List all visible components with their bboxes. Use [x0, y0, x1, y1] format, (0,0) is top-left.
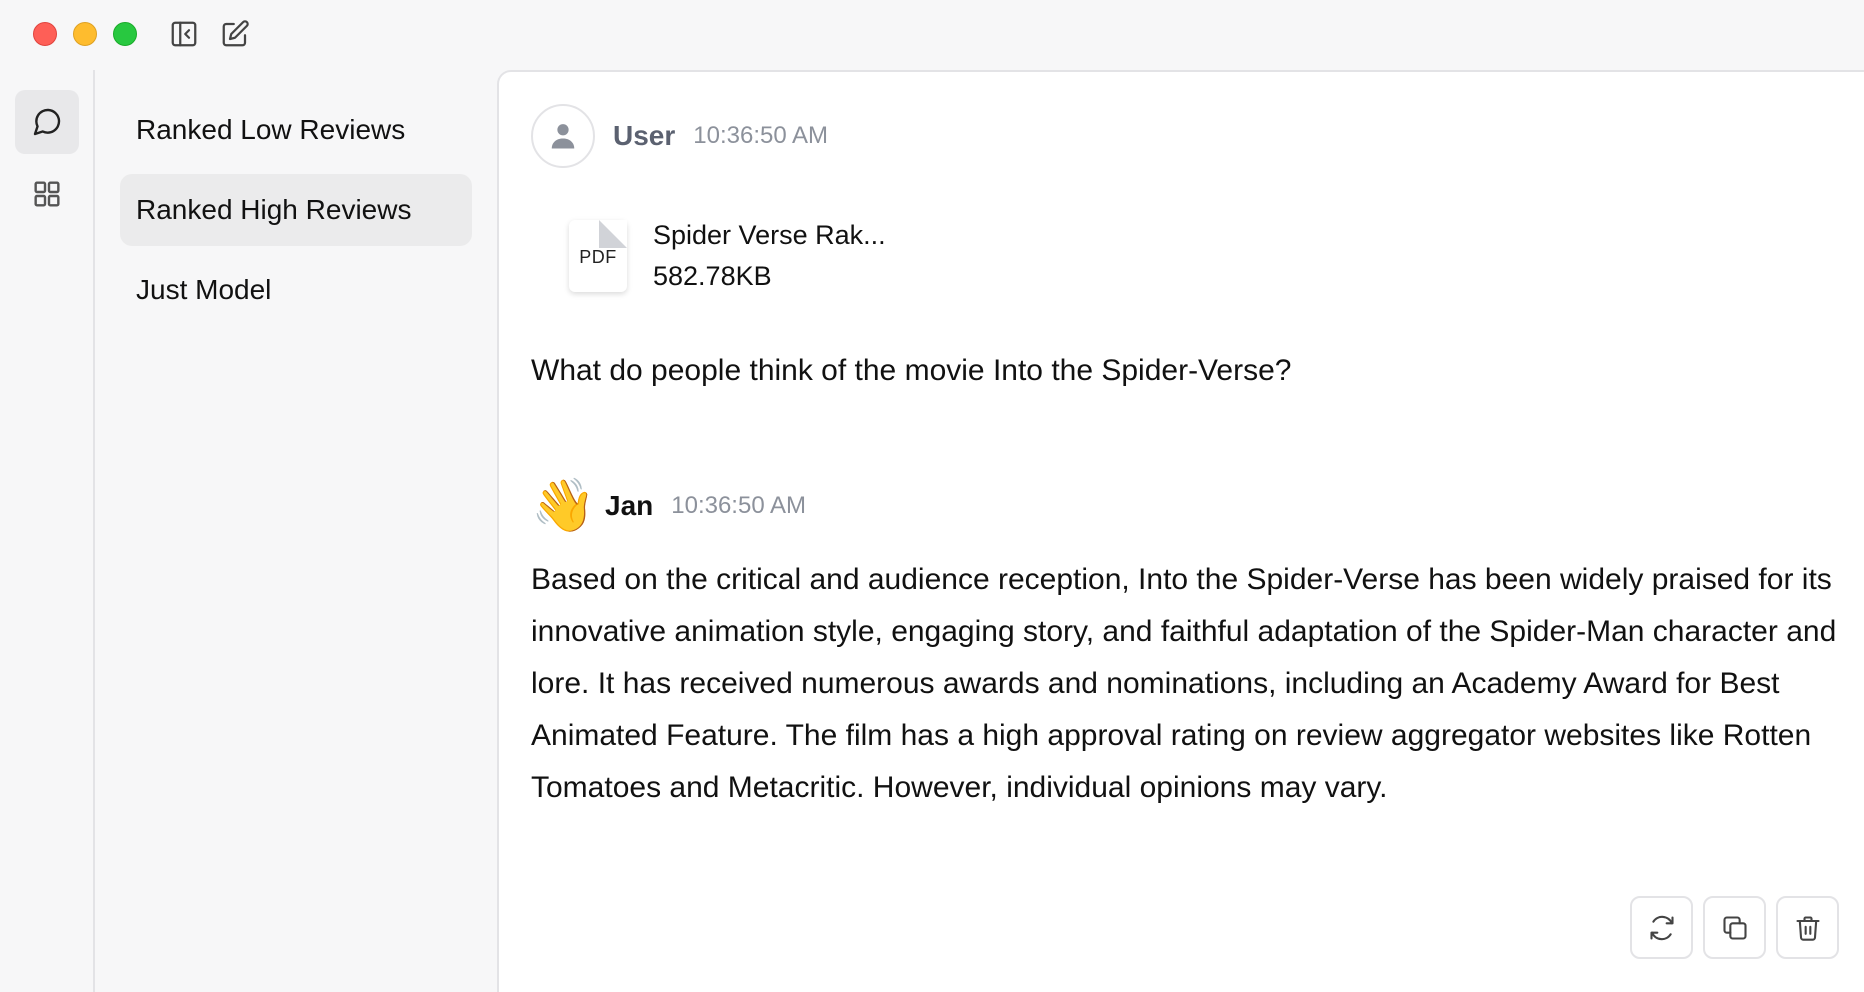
file-size: 582.78KB	[653, 261, 772, 291]
copy-button[interactable]	[1703, 896, 1766, 959]
maximize-window-button[interactable]	[113, 22, 137, 46]
file-extension: PDF	[579, 247, 617, 267]
message-author: Jan	[605, 490, 654, 521]
thread-item[interactable]: Ranked Low Reviews	[120, 94, 472, 166]
pdf-file-icon: PDF	[569, 220, 627, 292]
waving-hand-icon: 👋	[531, 477, 596, 535]
copy-icon	[1722, 915, 1747, 940]
assistant-message-text: Based on the critical and audience recep…	[531, 563, 1837, 804]
user-icon	[551, 124, 575, 149]
regenerate-icon	[1649, 915, 1674, 940]
file-attachment[interactable]: PDF Spider Verse Rak... 582.78KB	[569, 220, 886, 292]
thread-item-label: Ranked Low Reviews	[136, 114, 406, 145]
message-timestamp: 10:36:50 AM	[671, 492, 807, 519]
user-message-header: User 10:36:50 AM	[531, 104, 828, 168]
user-message-text: What do people think of the movie Into t…	[531, 354, 1292, 387]
message-timestamp: 10:36:50 AM	[693, 122, 829, 149]
compose-icon[interactable]	[219, 18, 251, 50]
thread-list: Ranked Low Reviews Ranked High Reviews J…	[97, 70, 497, 992]
file-name: Spider Verse Rak...	[653, 220, 886, 250]
chat-nav-button[interactable]	[15, 90, 79, 154]
thread-item-active[interactable]: Ranked High Reviews	[120, 174, 472, 246]
icon-rail	[0, 70, 95, 992]
delete-icon	[1795, 915, 1820, 941]
thread-item[interactable]: Just Model	[120, 254, 472, 326]
delete-button[interactable]	[1776, 896, 1839, 959]
user-avatar	[531, 104, 595, 168]
chat-panel: User 10:36:50 AM PDF Spider Verse Rak...…	[497, 70, 1864, 992]
title-bar	[0, 0, 1864, 70]
regenerate-button[interactable]	[1630, 896, 1693, 959]
chat-icon	[33, 108, 61, 136]
message-actions	[1630, 896, 1839, 959]
hub-nav-button[interactable]	[15, 162, 79, 226]
thread-item-label: Ranked High Reviews	[136, 194, 412, 225]
message-author: User	[613, 120, 676, 151]
sidebar-collapse-icon[interactable]	[168, 18, 200, 50]
thread-item-label: Just Model	[136, 274, 272, 305]
close-window-button[interactable]	[33, 22, 57, 46]
assistant-message-header: 👋 Jan 10:36:50 AM	[531, 476, 806, 536]
minimize-window-button[interactable]	[73, 22, 97, 46]
grid-icon	[34, 181, 60, 207]
